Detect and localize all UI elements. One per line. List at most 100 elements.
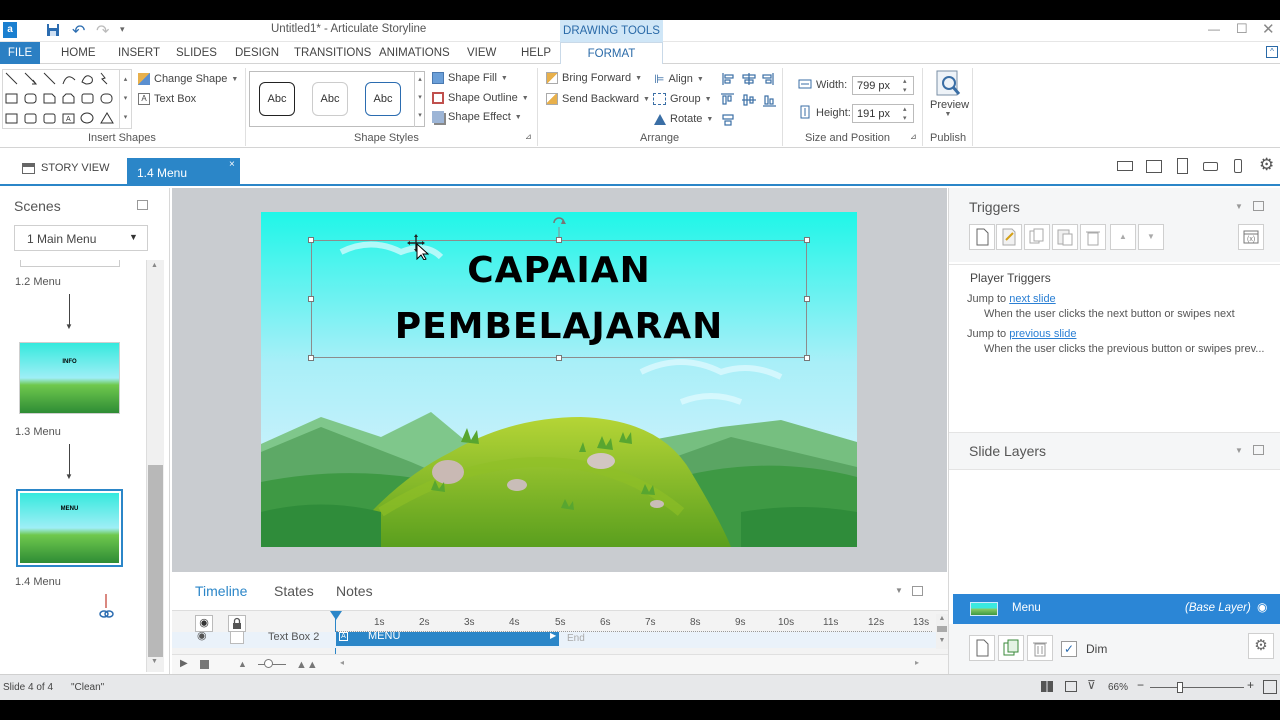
timeline-restore-icon[interactable] — [912, 586, 923, 596]
layer-settings-gear-icon[interactable]: ⚙ — [1248, 633, 1274, 659]
height-field[interactable]: 191 px ▴ ▾ — [852, 104, 914, 123]
menu-design[interactable]: DESIGN — [235, 47, 279, 59]
zoom-out-icon[interactable]: ▲ — [238, 659, 247, 669]
slide-sorter-icon[interactable] — [1041, 681, 1053, 692]
resize-handle-tr[interactable] — [804, 237, 810, 243]
preview-button[interactable]: Preview ▼ — [930, 69, 969, 131]
maximize-icon[interactable]: ☐ — [1236, 21, 1248, 37]
layers-collapse-icon[interactable]: ▼ — [1235, 446, 1243, 455]
trigger-2-link[interactable]: previous slide — [1009, 328, 1076, 340]
triggers-restore-icon[interactable] — [1253, 201, 1264, 211]
align-button[interactable]: ⊫ Align ▼ — [654, 72, 704, 86]
row-lock-checkbox[interactable] — [230, 632, 244, 644]
row-eye-icon[interactable]: ◉ — [197, 632, 207, 642]
triggers-collapse-icon[interactable]: ▼ — [1235, 202, 1243, 211]
timeline-ruler[interactable]: 1s 2s 3s 4s 5s 6s 7s 8s 9s 10s 11s 12s 1… — [336, 615, 932, 632]
desktop-preview-icon[interactable] — [1117, 161, 1133, 171]
copy-trigger-icon[interactable] — [1024, 224, 1050, 250]
tab-story-view[interactable]: STORY VIEW — [22, 162, 109, 174]
scene-select[interactable]: 1 Main Menu ▼ — [14, 225, 148, 251]
shape-effect-button[interactable]: Shape Effect ▼ — [432, 111, 522, 123]
send-backward-button[interactable]: Send Backward ▼ — [546, 93, 650, 105]
slide[interactable]: CAPAIAN PEMBELAJARAN — [261, 212, 857, 547]
duplicate-layer-icon[interactable] — [998, 635, 1024, 661]
height-spinner[interactable]: ▴ ▾ — [903, 105, 907, 123]
menu-slides[interactable]: SLIDES — [176, 47, 217, 59]
resize-handle-br[interactable] — [804, 355, 810, 361]
paste-trigger-icon[interactable] — [1052, 224, 1078, 250]
tab-notes[interactable]: Notes — [336, 583, 373, 599]
delete-trigger-icon[interactable] — [1080, 224, 1106, 250]
zoom-minus-icon[interactable]: − — [1137, 678, 1144, 692]
timeline-collapse-icon[interactable]: ▼ — [895, 586, 903, 595]
style-sample-1[interactable]: Abc — [259, 82, 295, 116]
menu-transitions[interactable]: TRANSITIONS — [294, 47, 371, 59]
new-layer-icon[interactable] — [969, 635, 995, 661]
width-spinner[interactable]: ▴ ▾ — [903, 77, 907, 95]
scenes-scrollbar[interactable]: ▲ ▼ — [146, 260, 164, 672]
visibility-eye-icon[interactable]: ◉ — [195, 615, 213, 632]
shape-styles-launcher-icon[interactable]: ⊿ — [525, 132, 532, 141]
lock-icon[interactable] — [228, 615, 246, 632]
group-button[interactable]: Group ▼ — [653, 93, 712, 105]
rotate-handle-icon[interactable] — [551, 215, 567, 237]
normal-view-icon[interactable] — [1065, 681, 1077, 692]
bar-end-handle-icon[interactable]: ▶ — [550, 632, 556, 640]
tablet-landscape-icon[interactable] — [1146, 160, 1162, 173]
base-layer-row[interactable]: Menu (Base Layer) ◉ — [953, 594, 1280, 624]
shape-outline-button[interactable]: Shape Outline ▼ — [432, 92, 529, 104]
resize-handle-tl[interactable] — [308, 237, 314, 243]
slide-thumb-1-4-selected[interactable]: MENU — [16, 489, 123, 567]
menu-format[interactable]: FORMAT — [560, 42, 663, 65]
minimize-icon[interactable]: — — [1208, 22, 1220, 36]
layers-restore-icon[interactable] — [1253, 445, 1264, 455]
zoom-slider-track[interactable] — [1150, 687, 1244, 688]
slide-thumb-partial[interactable] — [20, 260, 120, 267]
new-trigger-icon[interactable] — [969, 224, 995, 250]
tab-current-slide[interactable]: 1.4 Menu × — [127, 158, 240, 186]
styles-scroll[interactable]: ▴ ▾ ▾ — [414, 71, 425, 127]
text-box-button[interactable]: A Text Box — [138, 93, 196, 105]
move-trigger-down-icon[interactable]: ▼ — [1138, 224, 1164, 250]
resize-handle-tc[interactable] — [556, 237, 562, 243]
menu-help[interactable]: HELP — [521, 47, 551, 59]
stop-icon[interactable] — [200, 660, 209, 669]
layer-visibility-eye-icon[interactable]: ◉ — [1257, 600, 1267, 614]
resize-handle-ml[interactable] — [308, 296, 314, 302]
menu-insert[interactable]: INSERT — [118, 47, 160, 59]
shape-styles-gallery[interactable]: Abc Abc Abc — [249, 71, 425, 127]
bring-forward-button[interactable]: Bring Forward ▼ — [546, 72, 642, 84]
collapse-ribbon-icon[interactable]: ^ — [1266, 46, 1278, 58]
resize-handle-bc[interactable] — [556, 355, 562, 361]
trigger-1[interactable]: Jump to next slide — [967, 293, 1056, 305]
trigger-1-link[interactable]: next slide — [1009, 293, 1055, 305]
undo-icon[interactable]: ↶ — [72, 21, 85, 41]
trigger-2[interactable]: Jump to previous slide — [967, 328, 1076, 340]
settings-gear-icon[interactable]: ⚙ — [1259, 155, 1274, 175]
tab-timeline[interactable]: Timeline — [195, 583, 247, 599]
shapes-gallery[interactable]: A ▴ ▾ ▾ — [2, 69, 132, 129]
fit-view-icon[interactable]: ⊽ — [1087, 678, 1096, 692]
timeline-vscroll[interactable]: ▲ ▼ — [936, 614, 948, 649]
quick-access-dropdown-icon[interactable]: ▾ — [120, 24, 125, 35]
style-sample-3[interactable]: Abc — [365, 82, 401, 116]
hscroll-left-icon[interactable]: ◂ — [340, 658, 344, 667]
resize-handle-bl[interactable] — [308, 355, 314, 361]
menu-file[interactable]: FILE — [0, 42, 40, 64]
edit-trigger-icon[interactable] — [996, 224, 1022, 250]
dim-checkbox[interactable]: ✓ — [1061, 641, 1077, 657]
size-launcher-icon[interactable]: ⊿ — [910, 132, 917, 141]
shape-fill-button[interactable]: Shape Fill ▼ — [432, 72, 508, 84]
scenes-scroll-thumb[interactable] — [148, 465, 163, 657]
phone-landscape-icon[interactable] — [1203, 162, 1218, 171]
timeline-row-text-box-2[interactable]: ◉ Text Box 2 A MENU ▶ End — [172, 632, 948, 648]
close-tab-icon[interactable]: × — [229, 159, 235, 170]
zoom-slider-handle[interactable] — [1177, 682, 1183, 693]
hscroll-right-icon[interactable]: ▸ — [915, 658, 919, 667]
slide-thumb-1-3[interactable]: INFO — [19, 342, 120, 414]
scenes-restore-icon[interactable] — [137, 200, 148, 210]
phone-portrait-icon[interactable] — [1234, 159, 1242, 173]
timeline-bar[interactable]: A MENU ▶ — [336, 632, 559, 646]
menu-home[interactable]: HOME — [61, 47, 96, 59]
slide-title-line-2[interactable]: PEMBELAJARAN — [261, 306, 857, 347]
